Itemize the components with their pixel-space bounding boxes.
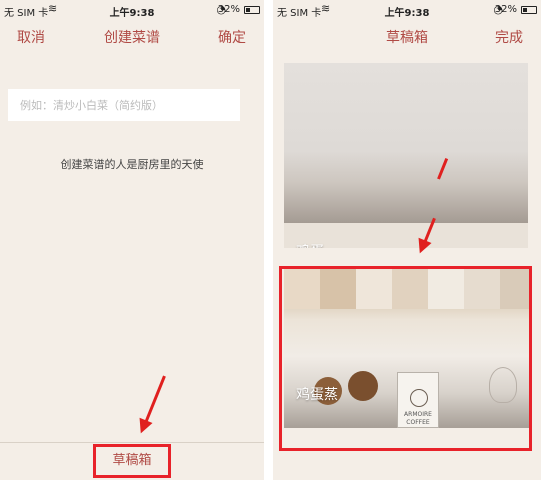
battery-icon bbox=[521, 6, 537, 14]
create-recipe-screen: 无 SIM 卡 ≋ 上午9:38 ◔ 32% 取消 创建菜谱 确定 创建菜谱的人… bbox=[0, 0, 264, 480]
divider bbox=[0, 442, 264, 443]
status-bar: 无 SIM 卡 ≋ 上午9:38 ◔ 32% bbox=[0, 0, 264, 20]
battery-icon bbox=[244, 6, 260, 14]
draft-card[interactable]: 鸡蛋 bbox=[284, 63, 528, 248]
highlight-box bbox=[279, 266, 532, 451]
battery-percent: 32% bbox=[494, 4, 517, 15]
draft-title: 鸡蛋 bbox=[296, 241, 324, 248]
nav-bar: 草稿箱 完成 bbox=[273, 20, 541, 52]
done-button[interactable]: 完成 bbox=[495, 27, 523, 47]
recipe-name-input[interactable] bbox=[8, 89, 240, 121]
confirm-button[interactable]: 确定 bbox=[218, 27, 246, 47]
draft-box-button[interactable]: 草稿箱 bbox=[93, 444, 171, 478]
draft-photo bbox=[284, 63, 528, 223]
nav-bar: 取消 创建菜谱 确定 bbox=[0, 20, 264, 52]
tip-text: 创建菜谱的人是厨房里的天使 bbox=[60, 158, 204, 171]
status-bar: 无 SIM 卡 ≋ 上午9:38 ◔ 32% bbox=[273, 0, 541, 20]
battery-percent: 32% bbox=[217, 4, 240, 15]
